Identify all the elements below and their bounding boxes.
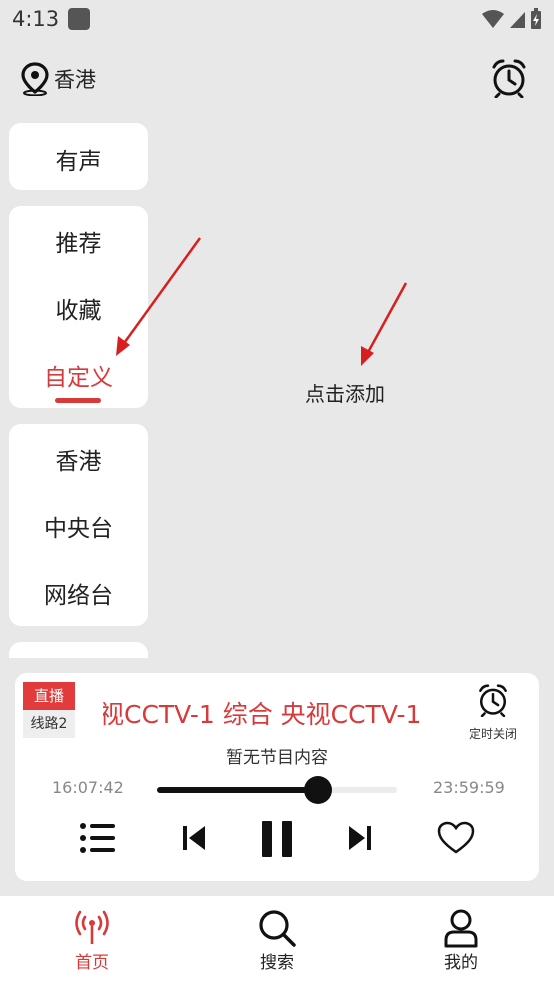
skip-previous-icon bbox=[183, 826, 205, 850]
skip-next-icon bbox=[349, 826, 371, 850]
sleep-timer-button[interactable]: 定时关闭 bbox=[463, 683, 523, 742]
tab-mine-label: 我的 bbox=[444, 953, 478, 973]
program-info: 暂无节目内容 bbox=[226, 748, 328, 768]
arrow-to-hint bbox=[361, 282, 408, 366]
list-icon bbox=[80, 823, 115, 853]
channel-marquee: 视CCTV-1 综合 央视CCTV-1 bbox=[103, 695, 449, 731]
pause-icon bbox=[262, 821, 292, 857]
channel-name: 视CCTV-1 综合 央视CCTV-1 bbox=[103, 700, 422, 729]
bottom-tab-bar: 首页 搜索 我的 bbox=[0, 896, 554, 984]
heart-icon bbox=[437, 821, 475, 854]
progress-fill bbox=[157, 787, 318, 793]
previous-button[interactable] bbox=[181, 821, 207, 859]
start-time: 16:07:42 bbox=[52, 778, 124, 797]
tab-home-label: 首页 bbox=[75, 953, 109, 973]
add-hint[interactable]: 点击添加 bbox=[305, 378, 385, 407]
pause-button[interactable] bbox=[260, 819, 294, 863]
progress-handle[interactable] bbox=[303, 776, 332, 804]
next-button[interactable] bbox=[347, 821, 373, 859]
tab-mine[interactable]: 我的 bbox=[401, 896, 521, 984]
tab-home[interactable]: 首页 bbox=[32, 896, 152, 984]
live-badge: 直播 bbox=[23, 682, 75, 710]
tab-search[interactable]: 搜索 bbox=[217, 896, 337, 984]
line-selector[interactable]: 线路2 bbox=[23, 710, 75, 738]
alarm-clock-icon bbox=[479, 684, 507, 718]
radio-broadcast-icon bbox=[75, 910, 109, 944]
tab-search-label: 搜索 bbox=[260, 953, 294, 973]
player-card: 直播 线路2 视CCTV-1 综合 央视CCTV-1 定时关闭 暂无节目内容 1… bbox=[15, 673, 539, 881]
arrow-to-custom bbox=[116, 237, 202, 356]
progress-bar[interactable] bbox=[157, 776, 397, 804]
user-icon bbox=[444, 909, 478, 948]
search-icon bbox=[259, 910, 296, 947]
favorite-button[interactable] bbox=[437, 821, 475, 859]
sleep-timer-label: 定时关闭 bbox=[468, 727, 517, 741]
playlist-button[interactable] bbox=[79, 821, 117, 859]
end-time: 23:59:59 bbox=[433, 778, 505, 797]
